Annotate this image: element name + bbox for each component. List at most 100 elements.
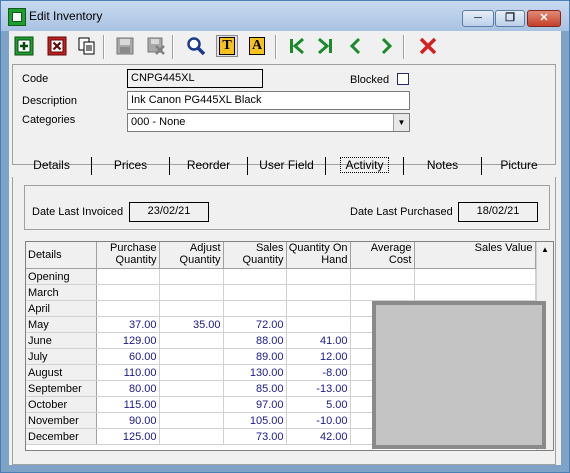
header-panel: Code CNPG445XL Blocked Description Ink C… — [12, 64, 556, 165]
copy-button[interactable] — [76, 35, 98, 57]
table-row[interactable]: Opening — [26, 268, 536, 285]
text-a-button[interactable]: A — [246, 35, 268, 57]
tab-label: Prices — [113, 158, 148, 172]
close-button[interactable]: ✕ — [527, 10, 561, 27]
toolbar-separator — [403, 35, 405, 59]
find-button[interactable] — [185, 35, 207, 57]
table-cell[interactable] — [159, 332, 224, 349]
table-cell[interactable] — [286, 316, 351, 333]
previous-record-button[interactable] — [345, 35, 367, 57]
minimize-button[interactable]: ─ — [462, 10, 494, 27]
categories-dropdown[interactable]: 000 - None ▼ — [127, 113, 410, 132]
table-cell[interactable] — [223, 300, 287, 317]
table-cell[interactable] — [414, 284, 536, 301]
table-cell[interactable]: 5.00 — [286, 396, 351, 413]
tab-notes[interactable]: Notes — [404, 157, 482, 175]
tab-activity[interactable]: Activity — [326, 157, 404, 175]
cancel-save-button[interactable] — [145, 35, 167, 57]
cancel-save-icon — [147, 37, 165, 55]
table-cell[interactable] — [159, 412, 224, 429]
table-cell[interactable] — [159, 396, 224, 413]
row-month-label: May — [26, 316, 97, 333]
row-month-label: September — [26, 380, 97, 397]
row-month-label: March — [26, 284, 97, 301]
column-header[interactable]: Details — [26, 242, 97, 269]
table-cell[interactable]: 42.00 — [286, 428, 351, 445]
table-cell[interactable] — [414, 268, 536, 285]
column-header[interactable]: Average Cost — [350, 242, 415, 269]
tab-picture[interactable]: Picture — [482, 157, 556, 175]
column-header[interactable]: Adjust Quantity — [159, 242, 224, 269]
table-cell[interactable] — [159, 380, 224, 397]
row-month-label: November — [26, 412, 97, 429]
chevron-down-icon[interactable]: ▼ — [393, 114, 409, 131]
close-form-button[interactable] — [417, 35, 439, 57]
add-button[interactable] — [13, 35, 35, 57]
table-cell[interactable]: 35.00 — [159, 316, 224, 333]
table-cell[interactable] — [159, 428, 224, 445]
table-cell[interactable]: 90.00 — [96, 412, 160, 429]
table-cell[interactable] — [159, 364, 224, 381]
table-cell[interactable]: 115.00 — [96, 396, 160, 413]
save-button[interactable] — [114, 35, 136, 57]
tab-user-field[interactable]: User Field — [248, 157, 326, 175]
table-cell[interactable]: -10.00 — [286, 412, 351, 429]
table-cell[interactable] — [96, 300, 160, 317]
restore-button[interactable]: ❐ — [495, 10, 525, 27]
table-cell[interactable]: 60.00 — [96, 348, 160, 365]
table-cell[interactable]: 73.00 — [223, 428, 287, 445]
table-cell[interactable]: 12.00 — [286, 348, 351, 365]
toolbar-separator — [103, 35, 105, 59]
table-cell[interactable]: 97.00 — [223, 396, 287, 413]
tab-prices[interactable]: Prices — [92, 157, 170, 175]
table-cell[interactable] — [96, 268, 160, 285]
tab-strip: Details Prices Reorder User Field Activi… — [9, 157, 561, 177]
previous-record-icon — [349, 37, 361, 55]
tab-details[interactable]: Details — [12, 157, 92, 175]
table-cell[interactable]: 110.00 — [96, 364, 160, 381]
table-cell[interactable]: 85.00 — [223, 380, 287, 397]
table-row[interactable]: March — [26, 284, 536, 301]
table-cell[interactable]: 89.00 — [223, 348, 287, 365]
table-cell[interactable]: 88.00 — [223, 332, 287, 349]
text-t-button[interactable]: T — [216, 35, 238, 57]
table-cell[interactable] — [159, 268, 224, 285]
table-cell[interactable] — [223, 284, 287, 301]
tab-reorder[interactable]: Reorder — [170, 157, 248, 175]
table-cell[interactable] — [350, 268, 415, 285]
blocked-checkbox[interactable] — [397, 73, 409, 85]
code-field[interactable]: CNPG445XL — [127, 69, 263, 88]
first-record-button[interactable] — [286, 35, 308, 57]
scroll-up-icon[interactable]: ▲ — [537, 242, 553, 258]
column-header[interactable]: Purchase Quantity — [96, 242, 160, 269]
table-cell[interactable] — [286, 268, 351, 285]
table-cell[interactable]: 129.00 — [96, 332, 160, 349]
column-header[interactable]: Sales Value — [414, 242, 536, 269]
next-record-button[interactable] — [375, 35, 397, 57]
column-header[interactable]: Quantity On Hand — [286, 242, 351, 269]
table-cell[interactable]: 80.00 — [96, 380, 160, 397]
table-cell[interactable] — [159, 284, 224, 301]
column-header[interactable]: Sales Quantity — [223, 242, 287, 269]
table-cell[interactable] — [159, 348, 224, 365]
table-cell[interactable] — [159, 300, 224, 317]
table-cell[interactable] — [350, 284, 415, 301]
table-cell[interactable]: 41.00 — [286, 332, 351, 349]
table-cell[interactable]: 72.00 — [223, 316, 287, 333]
tab-label: User Field — [259, 158, 314, 172]
table-cell[interactable]: 37.00 — [96, 316, 160, 333]
last-purchased-field[interactable]: 18/02/21 — [458, 202, 538, 222]
table-cell[interactable] — [286, 300, 351, 317]
table-cell[interactable] — [223, 268, 287, 285]
table-cell[interactable]: -13.00 — [286, 380, 351, 397]
table-cell[interactable] — [286, 284, 351, 301]
last-invoiced-field[interactable]: 23/02/21 — [129, 202, 209, 222]
table-cell[interactable]: 105.00 — [223, 412, 287, 429]
table-cell[interactable]: -8.00 — [286, 364, 351, 381]
last-record-button[interactable] — [314, 35, 336, 57]
description-field[interactable]: Ink Canon PG445XL Black — [127, 91, 410, 110]
table-cell[interactable]: 130.00 — [223, 364, 287, 381]
delete-button[interactable] — [46, 35, 68, 57]
table-cell[interactable] — [96, 284, 160, 301]
table-cell[interactable]: 125.00 — [96, 428, 160, 445]
